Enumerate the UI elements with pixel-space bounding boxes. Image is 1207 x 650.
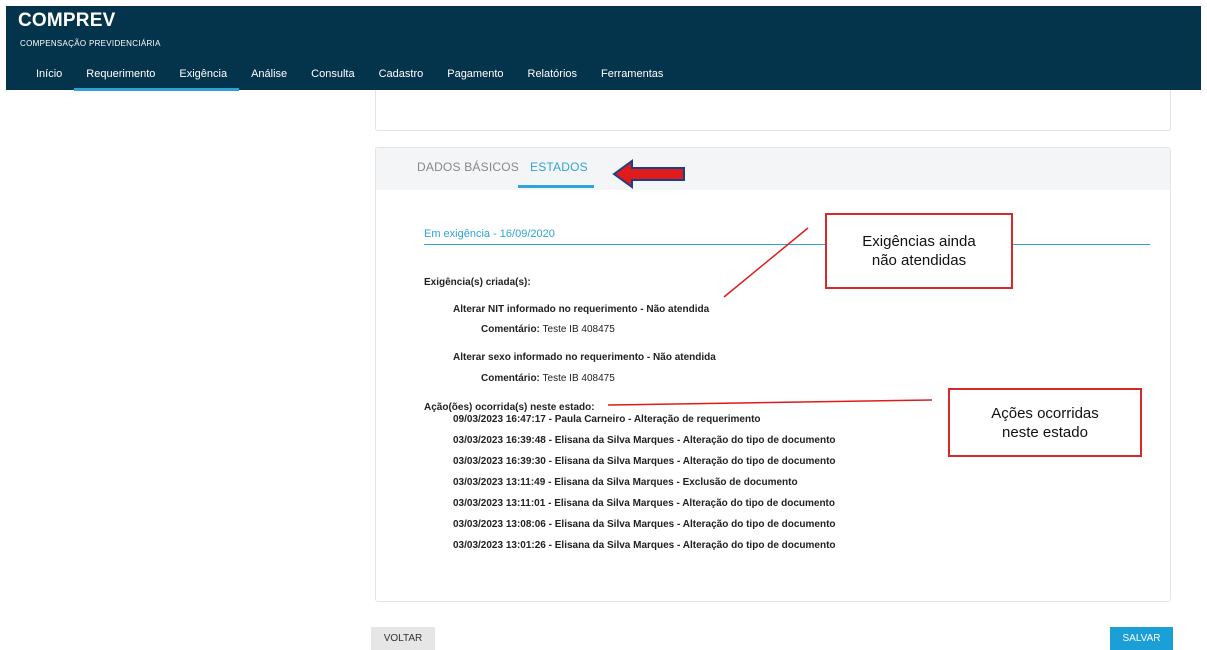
annotation-text: Exigências ainda bbox=[862, 233, 976, 250]
annotation-actions: Ações ocorridas neste estado bbox=[948, 388, 1142, 457]
annotation-line-pending bbox=[723, 227, 809, 298]
annotation-pending-requirements: Exigências ainda não atendidas bbox=[825, 213, 1013, 289]
annotation-text: não atendidas bbox=[871, 252, 967, 269]
annotation-text: neste estado bbox=[1002, 423, 1088, 441]
annotation-text: Ações ocorridas bbox=[991, 404, 1099, 422]
annotation-overlay bbox=[607, 159, 933, 406]
annotation-line-actions bbox=[607, 399, 933, 406]
arrow-icon bbox=[612, 159, 685, 189]
